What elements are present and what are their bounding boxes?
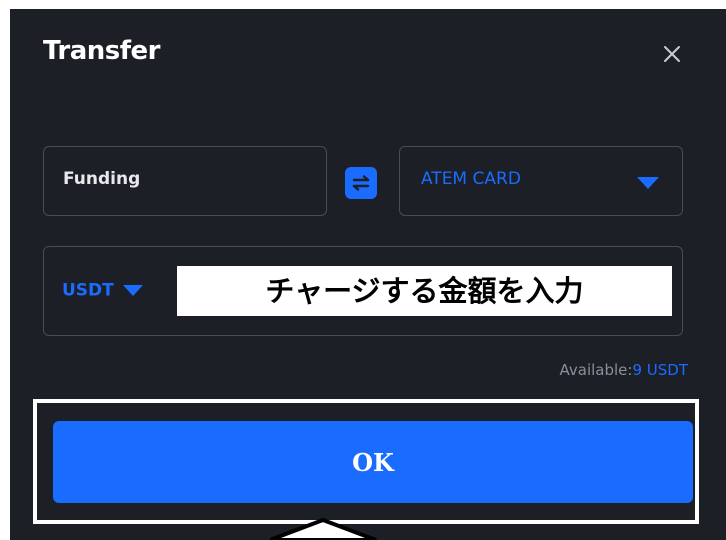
- amount-field: USDT: [43, 246, 683, 336]
- to-account-select[interactable]: ATEM CARD: [399, 146, 683, 216]
- available-label: Available:: [559, 361, 633, 379]
- currency-value: USDT: [62, 280, 114, 301]
- amount-input[interactable]: [177, 266, 672, 316]
- available-balance: Available:9 USDT: [560, 361, 688, 379]
- close-button[interactable]: [658, 40, 686, 68]
- to-account-value: ATEM CARD: [421, 169, 521, 189]
- swap-arrows-icon: [352, 175, 370, 191]
- from-account-value: Funding: [63, 169, 141, 189]
- available-value: 9 USDT: [632, 361, 688, 379]
- caret-down-icon: [122, 285, 143, 296]
- ok-button[interactable]: OK: [53, 421, 693, 503]
- pointer-arrow-icon: [270, 517, 377, 540]
- from-account-field[interactable]: Funding: [43, 146, 327, 216]
- screenshot-canvas: Transfer Funding ATEM CARD USDT チャージする金額…: [0, 0, 726, 540]
- swap-button[interactable]: [345, 167, 377, 199]
- caret-down-icon: [637, 177, 659, 189]
- modal-title: Transfer: [43, 36, 161, 66]
- currency-select[interactable]: USDT: [62, 280, 143, 304]
- close-icon: [664, 46, 680, 62]
